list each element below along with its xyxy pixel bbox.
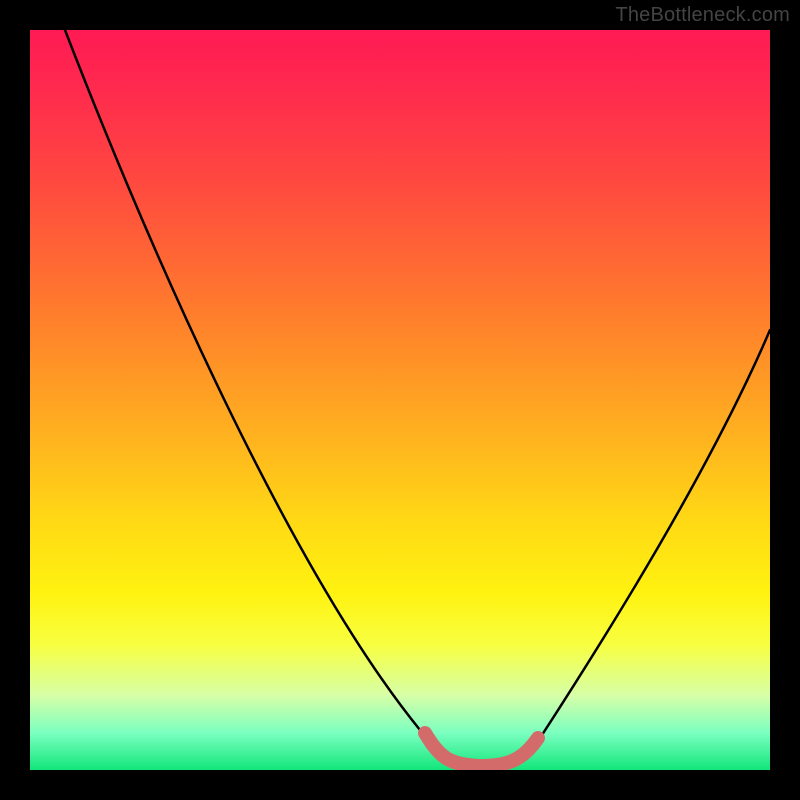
curve-svg	[30, 30, 770, 770]
optimal-range-highlight	[425, 733, 538, 766]
chart-frame: TheBottleneck.com	[0, 0, 800, 800]
watermark-text: TheBottleneck.com	[615, 4, 790, 27]
bottleneck-curve-line	[65, 30, 770, 766]
plot-area	[30, 30, 770, 770]
